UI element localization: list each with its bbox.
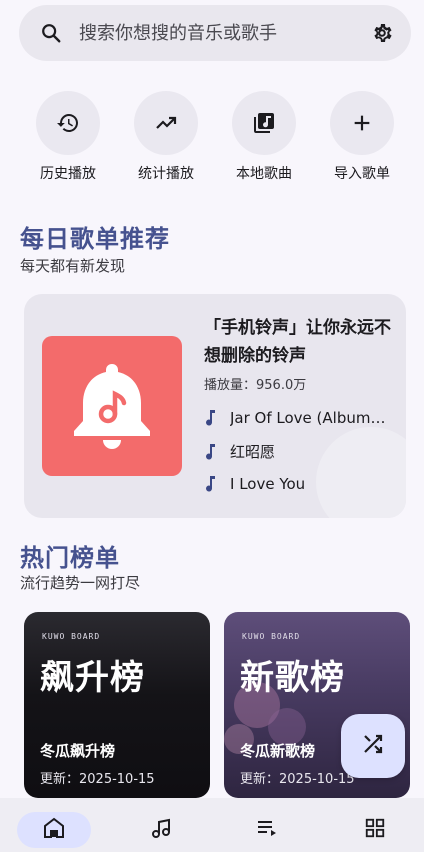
chart-big-title: 飙升榜 — [40, 658, 145, 698]
search-bar[interactable] — [19, 5, 411, 61]
grid-icon — [364, 817, 386, 843]
music-note-icon — [204, 408, 226, 428]
song-item[interactable]: I Love You — [204, 474, 394, 494]
hot-section-subtitle: 流行趋势一网打尽 — [20, 574, 141, 592]
action-label: 本地歌曲 — [236, 166, 292, 182]
chart-card-rising[interactable]: KUWO BOARD 飙升榜 冬瓜飙升榜 更新：2025-10-15 — [24, 612, 210, 798]
bottom-nav — [0, 798, 424, 852]
home-icon — [42, 816, 66, 844]
action-import[interactable]: 导入歌单 — [322, 91, 402, 183]
library-music-icon[interactable] — [232, 91, 296, 155]
song-name: 红昭愿 — [230, 443, 276, 461]
bell-icon — [74, 364, 150, 449]
plus-icon[interactable] — [330, 91, 394, 155]
chart-name: 冬瓜新歌榜 — [240, 742, 316, 760]
action-label: 导入歌单 — [334, 166, 390, 182]
daily-playlist-card[interactable]: 「手机铃声」让你永远不想删除的铃声 播放量：956.0万 Jar Of Love… — [24, 294, 406, 518]
chart-big-title: 新歌榜 — [240, 658, 345, 698]
music-note-icon — [204, 442, 226, 462]
trending-up-icon[interactable] — [134, 91, 198, 155]
play-count: 播放量：956.0万 — [204, 378, 307, 393]
search-icon[interactable] — [39, 21, 63, 45]
nav-music[interactable] — [124, 812, 198, 848]
history-icon[interactable] — [36, 91, 100, 155]
action-history[interactable]: 历史播放 — [28, 91, 108, 183]
music-note-icon — [149, 816, 173, 844]
board-tag: KUWO BOARD — [242, 632, 301, 641]
action-label: 历史播放 — [40, 166, 96, 182]
chart-date: 更新：2025-10-15 — [40, 772, 155, 787]
playlist-title: 「手机铃声」让你永远不想删除的铃声 — [204, 318, 391, 366]
song-item[interactable]: 红昭愿 — [204, 441, 394, 462]
action-stats[interactable]: 统计播放 — [126, 91, 206, 183]
nav-queue[interactable] — [230, 812, 304, 848]
chart-date: 更新：2025-10-15 — [240, 772, 355, 787]
search-input[interactable] — [79, 22, 369, 44]
chart-name: 冬瓜飙升榜 — [40, 742, 116, 760]
playlist-cover[interactable] — [42, 336, 182, 476]
music-note-icon — [204, 474, 226, 494]
action-label: 统计播放 — [138, 166, 194, 182]
queue-icon — [255, 816, 279, 844]
nav-home[interactable] — [17, 812, 91, 848]
hot-section-title: 热门榜单 — [20, 544, 120, 572]
shuffle-icon — [361, 732, 385, 760]
nav-more[interactable] — [338, 812, 412, 848]
song-item[interactable]: Jar Of Love (Album Version) — [204, 408, 394, 428]
shuffle-button[interactable] — [341, 714, 405, 778]
daily-section-title: 每日歌单推荐 — [20, 225, 170, 253]
daily-section-subtitle: 每天都有新发现 — [20, 257, 126, 275]
song-name: I Love You — [230, 475, 306, 493]
board-tag: KUWO BOARD — [42, 632, 101, 641]
gear-icon[interactable] — [369, 20, 395, 46]
song-name: Jar Of Love (Album Version) — [230, 409, 390, 427]
quick-actions: 历史播放 统计播放 本地歌曲 导入歌单 — [0, 91, 424, 183]
action-local[interactable]: 本地歌曲 — [224, 91, 304, 183]
